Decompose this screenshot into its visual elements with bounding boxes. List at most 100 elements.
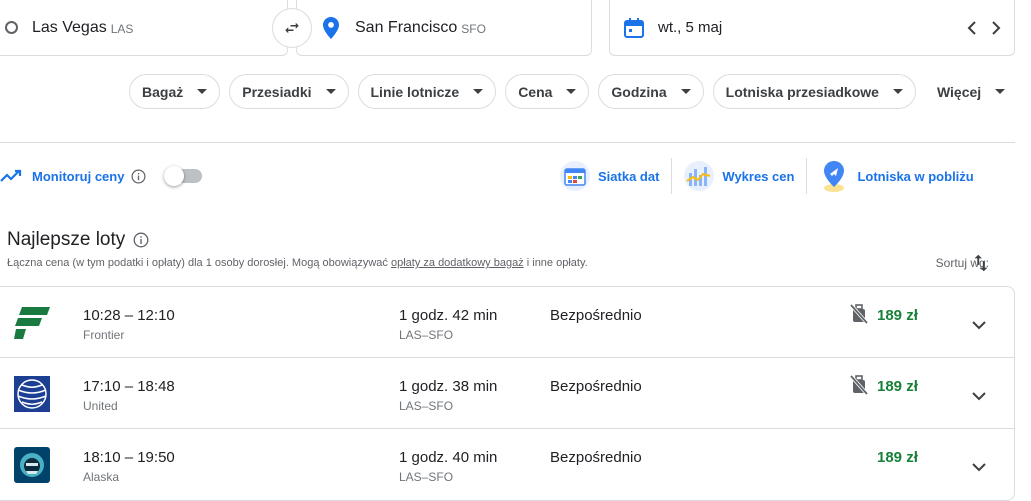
flight-stops: Bezpośrednio: [550, 378, 642, 395]
origin-field[interactable]: Las Vegas LAS: [0, 0, 288, 56]
filter-times[interactable]: Godzina: [598, 74, 704, 109]
flight-route: LAS–SFO: [399, 470, 454, 484]
previous-date-button[interactable]: [964, 16, 980, 40]
swap-button[interactable]: [272, 8, 312, 48]
flight-duration: 1 godz. 42 min: [399, 307, 498, 324]
caret-down-icon: [473, 89, 484, 94]
results-heading: Najlepsze loty: [7, 229, 149, 251]
filter-label: Bagaż: [142, 83, 184, 100]
filter-connecting-airports[interactable]: Lotniska przesiadkowe: [712, 74, 916, 109]
flight-duration: 1 godz. 38 min: [399, 378, 498, 395]
filter-airlines[interactable]: Linie lotnicze: [357, 74, 497, 109]
date-grid-button[interactable]: Siatka dat: [560, 161, 671, 191]
alaska-logo: [14, 447, 50, 483]
calendar-icon: [624, 17, 644, 38]
flight-stops: Bezpośrednio: [550, 307, 642, 324]
airline-name: United: [83, 399, 118, 413]
toggle-knob: [164, 166, 185, 186]
filter-stops[interactable]: Przesiadki: [229, 74, 349, 109]
caret-down-icon: [995, 89, 1006, 94]
date-grid-label: Siatka dat: [598, 168, 660, 184]
filter-label: Godzina: [611, 83, 667, 100]
no-carry-on-icon: [849, 303, 869, 325]
chevron-down-icon: [972, 462, 986, 471]
filter-price[interactable]: Cena: [505, 74, 590, 109]
info-icon[interactable]: [131, 169, 146, 184]
filter-label: Lotniska przesiadkowe: [725, 83, 879, 100]
filter-label: Przesiadki: [242, 83, 312, 100]
price-graph-button[interactable]: Wykres cen: [684, 161, 806, 191]
chevron-down-icon: [972, 391, 986, 400]
flight-list: 10:28 – 12:10 Frontier 1 godz. 42 min LA…: [0, 286, 1015, 501]
origin-city: Las Vegas: [32, 18, 107, 36]
airline-name: Frontier: [83, 328, 125, 342]
destination-city: San Francisco: [355, 18, 458, 36]
filter-bar: Bagaż Przesiadki Linie lotnicze Cena God…: [129, 74, 1009, 109]
frontier-logo: [14, 305, 50, 341]
origin-code: LAS: [110, 22, 134, 36]
filter-label: Więcej: [936, 83, 982, 100]
caret-down-icon: [566, 89, 577, 94]
flight-stops: Bezpośrednio: [550, 449, 642, 466]
caret-down-icon: [325, 89, 336, 94]
destination-field[interactable]: San Francisco SFO: [296, 0, 592, 56]
price-note: Łączna cena (w tym podatki i opłaty) dla…: [7, 257, 588, 269]
filter-label: Cena: [518, 83, 553, 100]
united-logo: [14, 376, 50, 412]
nearby-airports-label: Lotniska w pobliżu: [857, 168, 974, 184]
flight-times: 17:10 – 18:48: [83, 378, 175, 395]
track-prices: Monitoruj ceny: [0, 164, 203, 188]
filter-label: Linie lotnicze: [370, 83, 460, 100]
chevron-left-icon: [967, 20, 976, 35]
sort-button[interactable]: [970, 252, 992, 274]
sort-arrows-icon: [974, 254, 988, 272]
tool-separator: [671, 158, 673, 194]
flight-row[interactable]: 10:28 – 12:10 Frontier 1 godz. 42 min LA…: [0, 287, 1014, 358]
price-note-suffix: i inne opłaty.: [526, 257, 588, 269]
flight-route: LAS–SFO: [399, 328, 454, 342]
flight-row[interactable]: 18:10 – 19:50 Alaska 1 godz. 40 min LAS–…: [0, 429, 1014, 500]
swap-arrows-icon: [285, 22, 299, 34]
flight-row[interactable]: 17:10 – 18:48 United 1 godz. 38 min LAS–…: [0, 358, 1014, 429]
track-prices-toggle[interactable]: [164, 166, 203, 186]
caret-down-icon: [892, 89, 903, 94]
tool-separator: [806, 158, 808, 194]
departure-date: wt., 5 maj: [658, 19, 723, 36]
nearby-airports-button[interactable]: Lotniska w pobliżu: [819, 159, 985, 193]
track-prices-label: Monitoruj ceny: [32, 168, 125, 184]
origin-circle-icon: [5, 21, 18, 34]
airline-name: Alaska: [83, 470, 120, 484]
flight-price: 189 zł: [877, 378, 918, 395]
price-graph-icon: [684, 161, 715, 191]
expand-button[interactable]: [967, 384, 991, 408]
no-carry-on-icon: [849, 374, 869, 396]
results-title: Najlepsze loty: [7, 229, 126, 250]
flight-route: LAS–SFO: [399, 399, 454, 413]
destination-code: SFO: [461, 22, 486, 36]
caret-down-icon: [197, 89, 208, 94]
divider: [0, 142, 1015, 143]
flight-times: 18:10 – 19:50: [83, 449, 175, 466]
chevron-right-icon: [992, 20, 1001, 35]
filter-bags[interactable]: Bagaż: [129, 74, 221, 109]
date-field[interactable]: wt., 5 maj: [609, 0, 1015, 56]
expand-button[interactable]: [967, 455, 991, 479]
expand-button[interactable]: [967, 313, 991, 337]
info-icon[interactable]: [133, 232, 149, 248]
location-pin-icon: [323, 16, 339, 39]
price-graph-label: Wykres cen: [722, 168, 795, 184]
tool-bar: Siatka dat Wykres cen Lotniska w pobliżu: [560, 158, 986, 194]
next-date-button[interactable]: [988, 16, 1004, 40]
chevron-down-icon: [972, 320, 986, 329]
flight-price: 189 zł: [877, 449, 918, 466]
flight-price: 189 zł: [877, 307, 918, 324]
caret-down-icon: [680, 89, 691, 94]
price-note-prefix: Łączna cena (w tym podatki i opłaty) dla…: [7, 257, 388, 269]
bag-fees-link[interactable]: opłaty za dodatkowy bagaż: [391, 257, 524, 269]
date-grid-icon: [560, 161, 590, 191]
flight-duration: 1 godz. 40 min: [399, 449, 498, 466]
filter-more[interactable]: Więcej: [925, 74, 1009, 109]
nearby-airports-icon: [824, 161, 845, 192]
flight-times: 10:28 – 12:10: [83, 307, 175, 324]
trending-line-icon: [0, 169, 22, 182]
